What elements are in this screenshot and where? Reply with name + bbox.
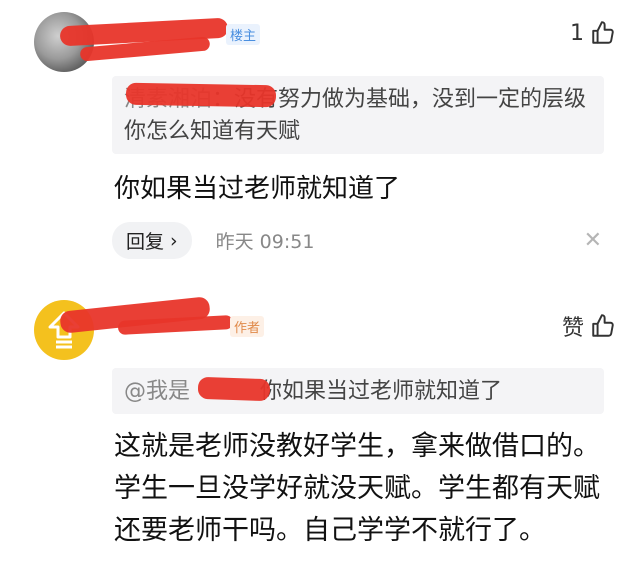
like-count: 1 — [570, 20, 584, 46]
owner-badge: 楼主 — [226, 24, 261, 45]
quoted-username[interactable]: @我是 — [124, 379, 190, 404]
thumbs-up-icon — [592, 314, 614, 337]
timestamp: 昨天 09:51 — [215, 231, 315, 253]
redaction-mark — [197, 376, 271, 402]
comment-text: 这就是老师没教好学生，拿来做借口的。学生一旦没学好就没天赋。学生都有天赋还要老师… — [114, 431, 600, 546]
author-badge: 作者 — [230, 316, 265, 337]
reply-label: 回复 — [126, 231, 165, 253]
like-button[interactable]: 赞 — [562, 310, 616, 342]
close-icon[interactable]: ✕ — [584, 228, 602, 253]
quoted-text: 你如果当过老师就知道了 — [260, 379, 503, 404]
like-button[interactable]: 1 — [570, 20, 616, 46]
quoted-comment: @我是 你如果当过老师就知道了 — [112, 368, 604, 414]
comment-actions: 回复 › 昨天 09:51 — [112, 222, 314, 259]
redaction-mark — [125, 82, 277, 108]
chevron-right-icon: › — [170, 229, 178, 252]
reply-button[interactable]: 回复 › — [112, 222, 192, 259]
comment-item-1: 楼主 1 清素湘泊：没有努力做为基础，没到一定的层级你怎么知道有天赋 你如果当过… — [0, 0, 640, 280]
like-label: 赞 — [561, 316, 584, 341]
comment-text: 你如果当过老师就知道了 — [114, 174, 401, 204]
comment-item-2: 作者 赞 @我是 你如果当过老师就知道了 这就是老师没教好学生，拿来做借口的。学生… — [0, 280, 640, 579]
thumbs-up-icon — [592, 21, 614, 44]
